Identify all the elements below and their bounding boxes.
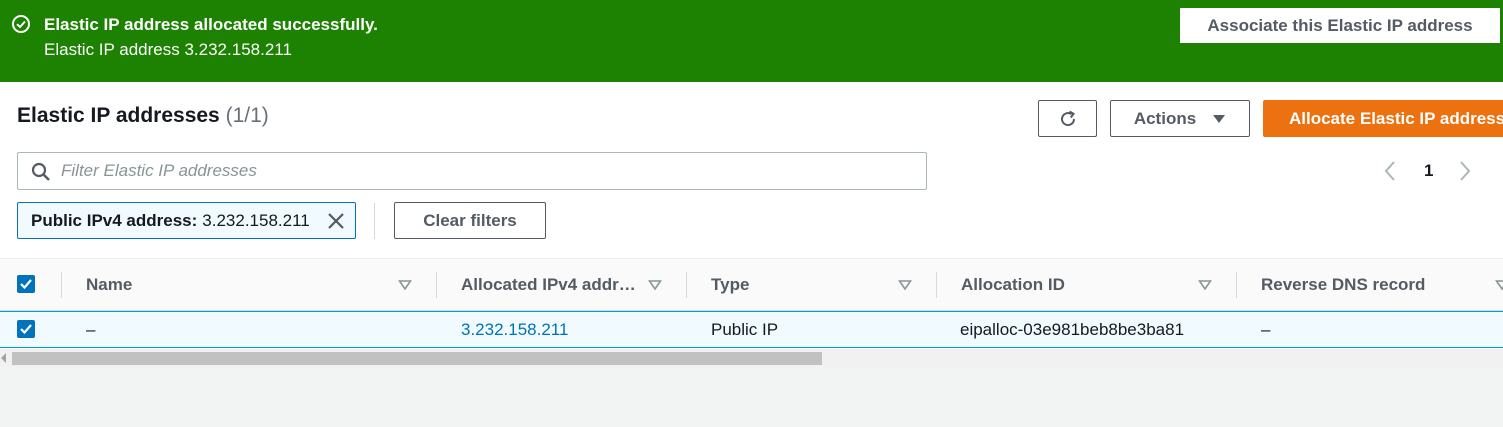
scrollbar-thumb[interactable] xyxy=(12,352,822,365)
page-title-text: Elastic IP addresses xyxy=(17,104,220,127)
previous-page-button[interactable] xyxy=(1383,158,1403,184)
column-separator xyxy=(61,272,62,298)
clear-filters-button[interactable]: Clear filters xyxy=(394,202,546,239)
filter-input[interactable] xyxy=(61,153,911,189)
current-page-number[interactable]: 1 xyxy=(1424,158,1433,184)
cell-reverse-dns: – xyxy=(1261,319,1271,339)
checkmark-icon xyxy=(20,324,32,335)
scroll-left-arrow-icon[interactable] xyxy=(1,353,6,363)
cell-allocation-id: eipalloc-03e981beb8be3ba81 xyxy=(960,319,1185,339)
chevron-left-icon xyxy=(1384,161,1395,181)
chevron-right-icon xyxy=(1460,161,1471,181)
success-check-icon xyxy=(12,15,30,33)
filter-token-value: 3.232.158.211 xyxy=(202,210,310,230)
column-separator xyxy=(436,272,437,298)
eip-table-panel: Elastic IP addresses (1/1) Actions Alloc… xyxy=(0,82,1503,367)
column-header-type[interactable]: Type xyxy=(711,259,749,311)
refresh-icon xyxy=(1060,110,1075,126)
flash-message: Elastic IP address 3.232.158.211 xyxy=(44,40,292,59)
filter-token: Public IPv4 address: 3.232.158.211 xyxy=(17,202,356,239)
column-separator xyxy=(1236,272,1237,298)
selection-count: (1/1) xyxy=(225,104,269,127)
column-separator xyxy=(936,272,937,298)
sort-icon[interactable] xyxy=(398,279,412,291)
actions-dropdown-button[interactable]: Actions xyxy=(1110,100,1250,137)
column-header-allocation-id[interactable]: Allocation ID xyxy=(961,259,1065,311)
column-header-reverse-dns[interactable]: Reverse DNS record xyxy=(1261,259,1425,311)
associate-eip-button[interactable]: Associate this Elastic IP address xyxy=(1180,8,1500,43)
caret-down-icon xyxy=(1213,114,1226,123)
sort-icon[interactable] xyxy=(1495,279,1503,291)
sort-icon[interactable] xyxy=(898,279,912,291)
horizontal-scrollbar[interactable] xyxy=(0,349,1503,367)
cell-type: Public IP xyxy=(711,319,779,339)
cell-allocated-ipv4-link[interactable]: 3.232.158.211 xyxy=(461,312,568,347)
search-icon xyxy=(31,162,50,181)
sort-icon[interactable] xyxy=(1198,279,1212,291)
flash-title: Elastic IP address allocated successfull… xyxy=(44,15,378,34)
table-row[interactable]: – 3.232.158.211 Public IP eipalloc-03e98… xyxy=(0,311,1503,348)
column-separator xyxy=(686,272,687,298)
column-header-name[interactable]: Name xyxy=(86,259,132,311)
column-header-allocated-ipv4[interactable]: Allocated IPv4 addr… xyxy=(461,259,636,311)
success-flash-banner: Elastic IP address allocated successfull… xyxy=(0,0,1503,82)
sort-icon[interactable] xyxy=(648,279,662,291)
page-title: Elastic IP addresses (1/1) xyxy=(17,104,269,128)
close-icon[interactable] xyxy=(326,211,346,231)
next-page-button[interactable] xyxy=(1458,158,1478,184)
filter-search-box xyxy=(17,152,927,190)
select-all-checkbox[interactable] xyxy=(17,275,35,293)
refresh-button[interactable] xyxy=(1038,100,1097,137)
actions-label: Actions xyxy=(1133,108,1197,128)
table-header: Name Allocated IPv4 addr… Type Allocatio… xyxy=(0,258,1503,311)
checkmark-icon xyxy=(20,279,32,290)
row-select-checkbox[interactable] xyxy=(17,320,35,338)
allocate-eip-button[interactable]: Allocate Elastic IP address xyxy=(1263,100,1503,137)
filter-divider xyxy=(374,203,375,239)
cell-name: – xyxy=(86,319,96,339)
filter-token-key: Public IPv4 address: xyxy=(31,210,198,230)
